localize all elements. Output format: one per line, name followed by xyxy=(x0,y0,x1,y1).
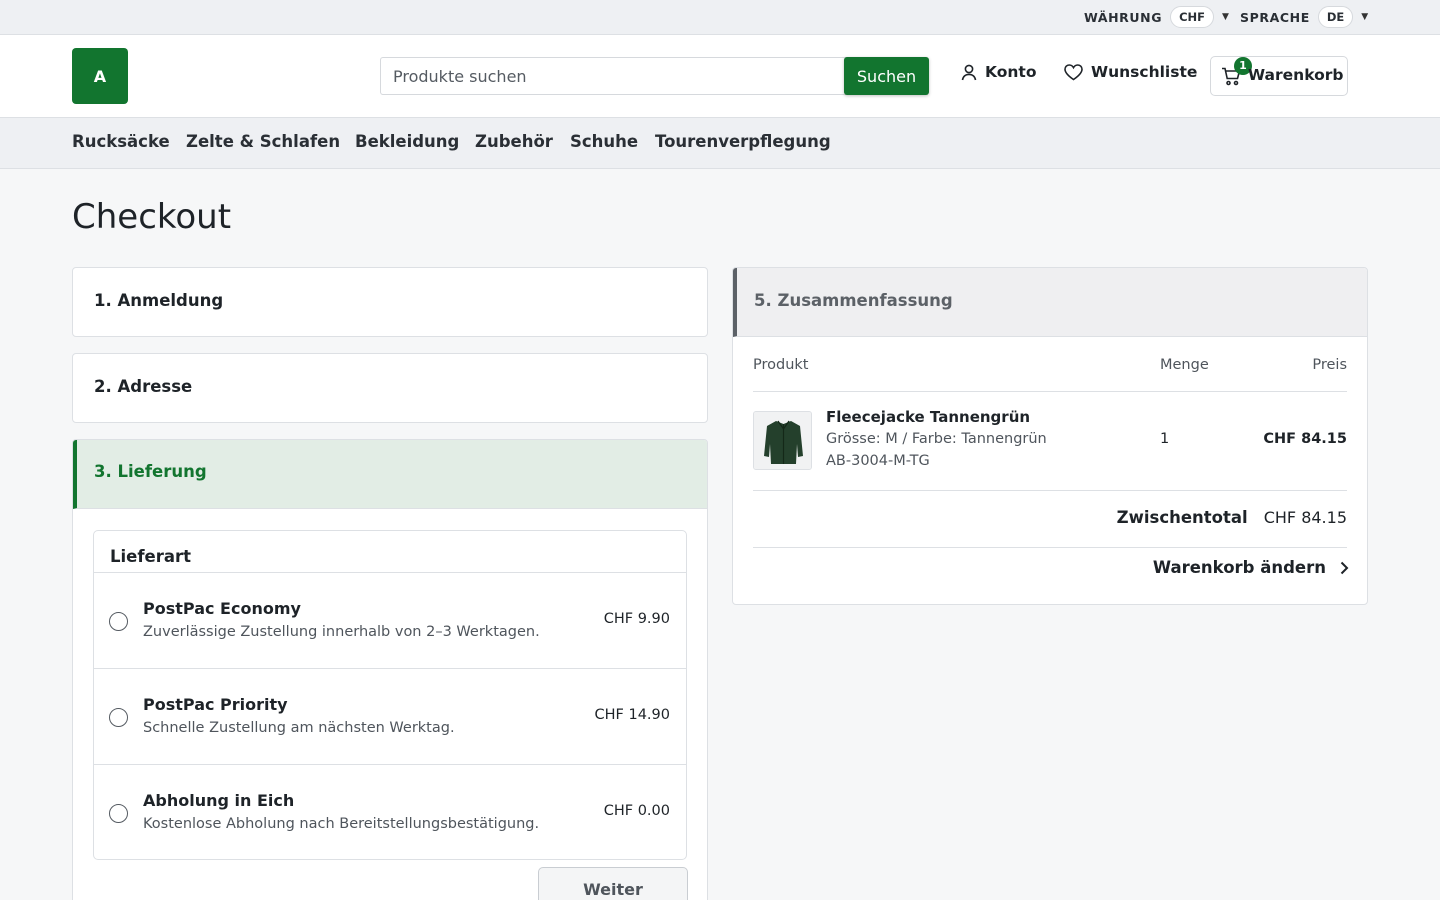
option-name: PostPac Economy xyxy=(143,599,301,618)
edit-cart-label: Warenkorb ändern xyxy=(1152,558,1326,577)
utility-bar: WÄHRUNG CHF ▼ SPRACHE DE ▼ xyxy=(0,0,1440,35)
search-form: Suchen xyxy=(380,57,929,95)
logo[interactable]: A xyxy=(72,48,128,104)
product-price: CHF 84.15 xyxy=(1263,431,1347,447)
category-tourenverpflegung[interactable]: Tourenverpflegung xyxy=(655,132,831,151)
chevron-right-icon xyxy=(1340,561,1349,574)
step-title: 3. Lieferung xyxy=(94,462,207,481)
order-summary: 5. Zusammenfassung Produkt Menge Preis F… xyxy=(732,267,1368,605)
category-zubehoer[interactable]: Zubehör xyxy=(475,132,553,151)
col-header-quantity: Menge xyxy=(1160,357,1209,373)
site-header: A Suchen Konto Wunschliste 1 Warenkorb xyxy=(0,35,1440,118)
step-title: 1. Anmeldung xyxy=(94,291,224,310)
delivery-option-priority[interactable]: PostPac Priority Schnelle Zustellung am … xyxy=(94,668,686,764)
delivery-option-pickup[interactable]: Abholung in Eich Kostenlose Abholung nac… xyxy=(94,764,686,860)
language-label: SPRACHE xyxy=(1240,9,1310,25)
product-name[interactable]: Fleecejacke Tannengrün xyxy=(826,408,1030,426)
radio-button[interactable] xyxy=(109,804,128,823)
language-selector[interactable]: SPRACHE DE ▼ xyxy=(1240,6,1368,28)
radio-button[interactable] xyxy=(109,612,128,631)
product-variant: Grösse: M / Farbe: Tannengrün xyxy=(826,431,1047,447)
search-input[interactable] xyxy=(380,57,850,95)
step-address[interactable]: 2. Adresse xyxy=(72,353,708,423)
divider xyxy=(753,547,1347,548)
category-nav: Rucksäcke Zelte & Schlafen Bekleidung Zu… xyxy=(0,118,1440,169)
divider xyxy=(753,391,1347,392)
chevron-down-icon[interactable]: ▼ xyxy=(1361,12,1368,22)
continue-button[interactable]: Weiter xyxy=(538,867,688,900)
category-zelte-schlafen[interactable]: Zelte & Schlafen xyxy=(186,132,340,151)
option-description: Kostenlose Abholung nach Bereitstellungs… xyxy=(143,816,540,832)
option-price: CHF 9.90 xyxy=(603,611,670,627)
delivery-method-box: Lieferart PostPac Economy Zuverlässige Z… xyxy=(93,530,687,860)
wishlist-label: Wunschliste xyxy=(1091,63,1198,81)
currency-label: WÄHRUNG xyxy=(1084,9,1163,25)
category-schuhe[interactable]: Schuhe xyxy=(570,132,638,151)
category-rucksaecke[interactable]: Rucksäcke xyxy=(72,132,170,151)
chevron-down-icon[interactable]: ▼ xyxy=(1222,12,1229,22)
step-header[interactable]: 3. Lieferung xyxy=(73,440,707,509)
option-description: Zuverlässige Zustellung innerhalb von 2–… xyxy=(143,624,540,640)
summary-header[interactable]: 5. Zusammenfassung xyxy=(733,268,1367,337)
cart-label: Warenkorb xyxy=(1248,66,1344,84)
cart-button[interactable]: 1 Warenkorb xyxy=(1210,56,1348,96)
option-name: PostPac Priority xyxy=(143,695,288,714)
delivery-method-title: Lieferart xyxy=(110,547,192,566)
search-button[interactable]: Suchen xyxy=(844,57,929,95)
delivery-option-economy[interactable]: PostPac Economy Zuverlässige Zustellung … xyxy=(94,572,686,668)
summary-title: 5. Zusammenfassung xyxy=(754,291,953,310)
col-header-price: Preis xyxy=(1312,357,1347,373)
page-title: Checkout xyxy=(72,197,232,237)
divider xyxy=(753,490,1347,491)
currency-selector[interactable]: WÄHRUNG CHF ▼ xyxy=(1084,6,1229,28)
step-title: 2. Adresse xyxy=(94,377,193,396)
radio-button[interactable] xyxy=(109,708,128,727)
option-description: Schnelle Zustellung am nächsten Werktag. xyxy=(143,720,455,736)
category-bekleidung[interactable]: Bekleidung xyxy=(355,132,459,151)
option-price: CHF 14.90 xyxy=(594,707,671,723)
col-header-product: Produkt xyxy=(753,357,809,373)
product-thumbnail[interactable] xyxy=(753,411,812,470)
option-name: Abholung in Eich xyxy=(143,791,295,810)
user-icon xyxy=(961,64,977,80)
subtotal-row: Zwischentotal CHF 84.15 xyxy=(1117,508,1347,527)
subtotal-label: Zwischentotal xyxy=(1116,508,1248,527)
product-quantity: 1 xyxy=(1160,431,1170,447)
language-value[interactable]: DE xyxy=(1317,6,1354,28)
option-price: CHF 0.00 xyxy=(603,803,670,819)
edit-cart-link[interactable]: Warenkorb ändern xyxy=(1153,558,1349,577)
subtotal-value: CHF 84.15 xyxy=(1263,508,1347,527)
step-delivery: 3. Lieferung Lieferart PostPac Economy Z… xyxy=(72,439,708,900)
wishlist-link[interactable]: Wunschliste xyxy=(1064,63,1197,81)
currency-value[interactable]: CHF xyxy=(1170,6,1214,28)
jacket-icon xyxy=(754,412,811,469)
product-sku: AB-3004-M-TG xyxy=(826,453,930,469)
account-link[interactable]: Konto xyxy=(961,63,1036,81)
heart-icon xyxy=(1064,63,1083,80)
step-login[interactable]: 1. Anmeldung xyxy=(72,267,708,337)
account-label: Konto xyxy=(985,63,1037,81)
